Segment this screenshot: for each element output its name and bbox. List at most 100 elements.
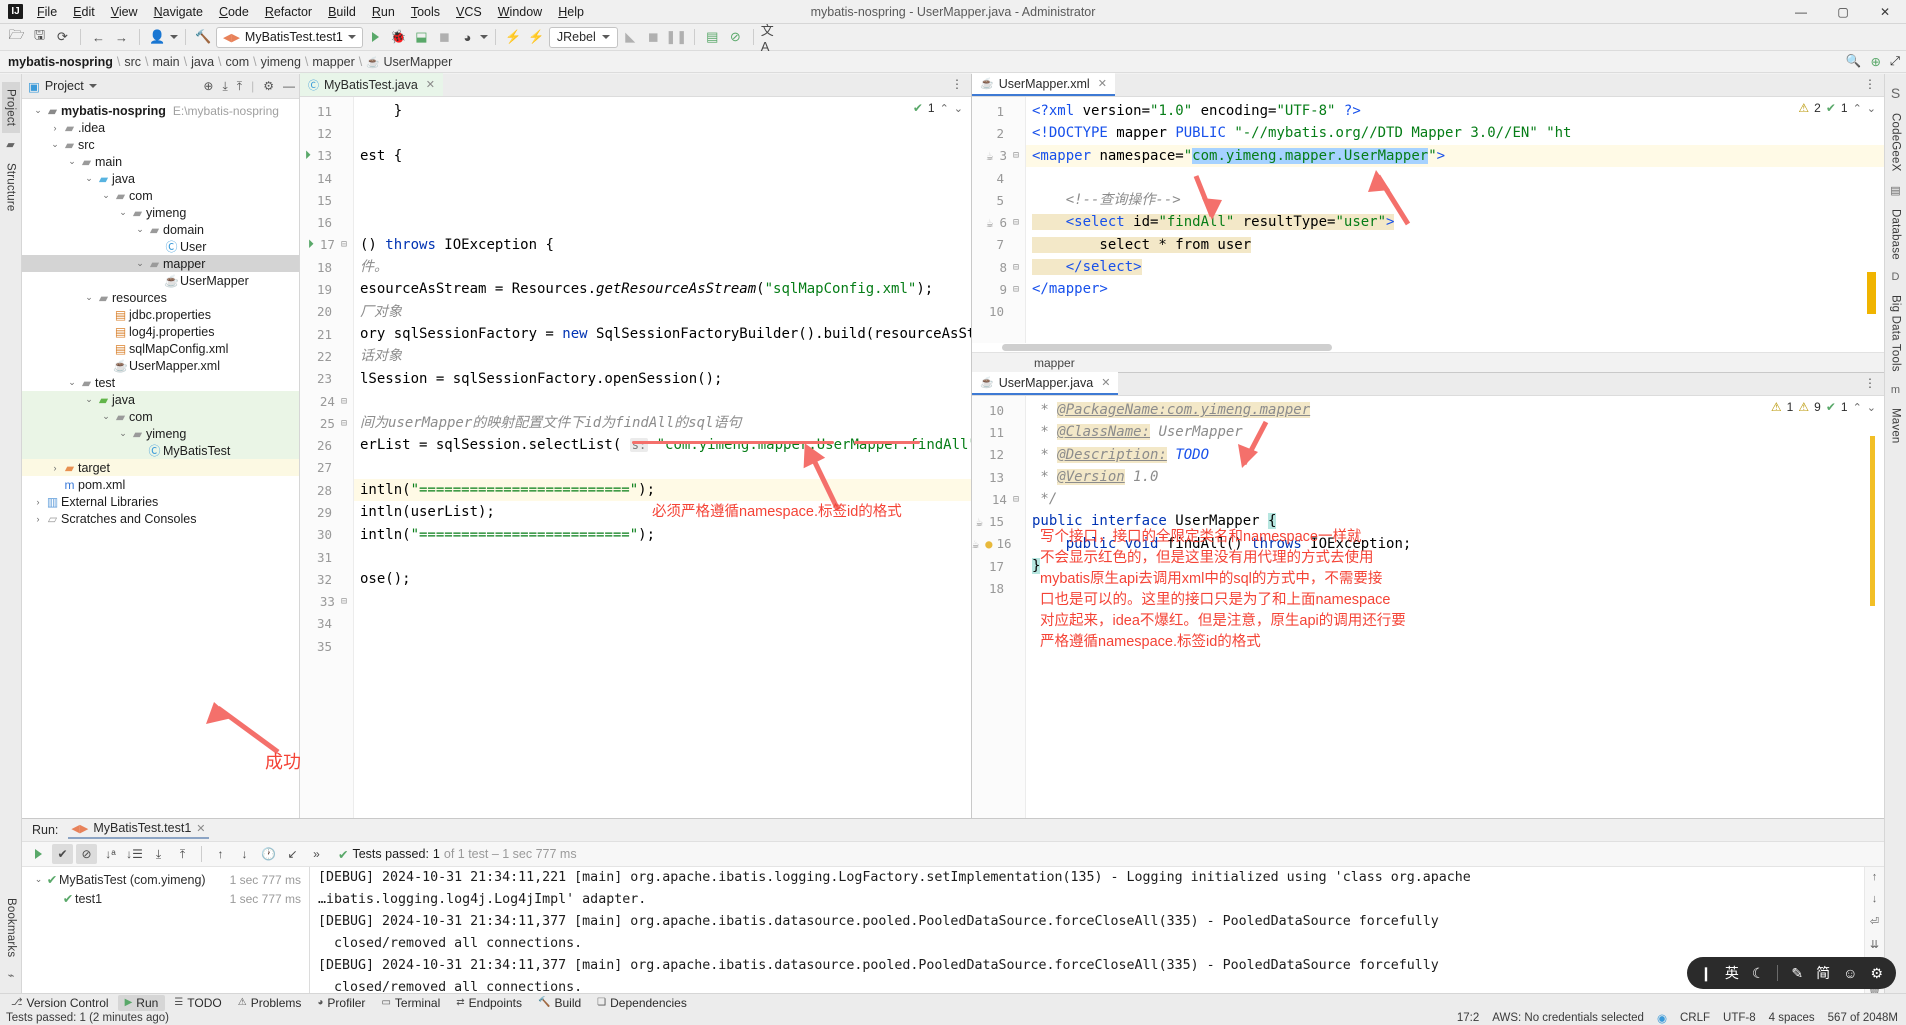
pause-icon[interactable]: ❚❚ [665, 27, 687, 48]
code-line-22[interactable]: 话对象 [354, 345, 971, 367]
xml-breadcrumb[interactable]: mapper [972, 352, 1884, 372]
fold-icon[interactable]: ⊟ [1013, 150, 1019, 161]
mybatis-gutter-icon[interactable]: ☕ [976, 515, 983, 529]
main-toolbar[interactable]: 🗁 🖫 ⟳ ← → 👤 🔨 ◀▶ MyBatisTest.test1 🐞 ⬓ ◼… [0, 23, 1906, 54]
translate-icon[interactable]: 文A [761, 23, 782, 54]
tab-usermapper-xml[interactable]: ☕ UserMapper.xml ✕ [972, 73, 1115, 96]
run-tab-mybatistest[interactable]: ◀▶ MyBatisTest.test1 ✕ [68, 821, 209, 839]
scroll-down-icon[interactable]: ↓ [1872, 893, 1878, 905]
run-configuration-selector[interactable]: ◀▶ MyBatisTest.test1 [216, 26, 363, 48]
code-line-18[interactable] [1026, 577, 1884, 599]
sidebar-item-maven[interactable]: Maven [1887, 401, 1905, 451]
line-number-gutter-xml[interactable]: 1 2 ☕ 3 ⊟ 4 5 ☕ 6 ⊟ 7 8 ⊟ 9 ⊟ 10 [972, 97, 1026, 352]
sidebar-item-project[interactable]: Project [1, 82, 20, 134]
tree-node-java[interactable]: ⌄ ▰ java [22, 391, 299, 408]
collapse-all-icon[interactable]: ⤒ [172, 844, 193, 864]
chevron-right-icon[interactable]: › [32, 497, 44, 507]
breadcrumb-item-usermapper[interactable]: ☕ UserMapper [366, 55, 452, 69]
code-line-11[interactable]: } [354, 100, 971, 122]
menu-edit[interactable]: Edit [65, 2, 103, 22]
gutter-line-24[interactable]: 24 ⊟ [300, 390, 353, 412]
tree-node-target[interactable]: › ▰ target [22, 459, 299, 476]
collapse-rail-icon[interactable]: ▰ [6, 138, 14, 151]
bookmark-icon[interactable]: ⌁ [8, 969, 15, 982]
gutter-line-10[interactable]: 10 [972, 301, 1025, 323]
tree-node-external-libraries[interactable]: › ▥ External Libraries [22, 493, 299, 510]
gutter-line-18[interactable]: 18 [300, 256, 353, 278]
hide-ignored-icon[interactable]: ⊘ [76, 844, 97, 864]
code-line-6[interactable]: <select id="findAll" resultType="user"> [1026, 211, 1884, 233]
menu-window[interactable]: Window [490, 2, 550, 22]
maven-icon[interactable]: m [1891, 384, 1900, 396]
chevron-down-icon[interactable]: ⌄ [66, 377, 78, 388]
stop-gray-icon[interactable]: ◼ [643, 27, 664, 48]
save-icon[interactable]: 🖫 [29, 27, 50, 48]
inspection-widget-mapper[interactable]: ⚠ 1 ⚠ 9 ✔ 1 ⌃ ⌄ [1771, 400, 1876, 414]
chevron-down-icon[interactable]: ⌄ [83, 173, 95, 184]
gutter-line-20[interactable]: 20 [300, 301, 353, 323]
chevron-right-icon[interactable]: › [32, 514, 44, 524]
minimize-button[interactable]: — [1780, 0, 1822, 24]
code-line-28[interactable]: intln("========================="); [354, 479, 971, 502]
code-line-15[interactable] [354, 189, 971, 211]
code-viewport-xml[interactable]: 1 2 ☕ 3 ⊟ 4 5 ☕ 6 ⊟ 7 8 ⊟ 9 ⊟ 10 <?xml version="1.0" en… [972, 97, 1884, 352]
rerun-icon[interactable] [28, 844, 49, 864]
gutter-line-17[interactable]: ⏵ 17 ⊟ [300, 234, 353, 256]
close-icon[interactable]: ✕ [426, 78, 435, 91]
horizontal-scrollbar-xml[interactable] [972, 343, 1884, 352]
next-failed-test-icon[interactable]: ↓ [234, 844, 255, 864]
sort-alphabetically-icon[interactable]: ↓ᵃ [100, 844, 121, 864]
menu-navigate[interactable]: Navigate [146, 2, 211, 22]
gutter-line-4[interactable]: 4 [972, 167, 1025, 189]
run-tab-row[interactable]: Run: ◀▶ MyBatisTest.test1 ✕ [22, 819, 1884, 842]
ime-pen-icon[interactable]: ✎ [1791, 965, 1803, 982]
gutter-line-17[interactable]: 17 [972, 555, 1025, 577]
profiler-icon[interactable]: ◕ [457, 27, 478, 48]
project-panel-actions[interactable]: ⊕ ⤓ ⤒ | ⚙ — [203, 79, 295, 94]
debug-icon[interactable]: 🐞 [388, 27, 409, 48]
gutter-line-5[interactable]: 5 [972, 189, 1025, 211]
code-line-3[interactable]: <mapper namespace="com.yimeng.mapper.Use… [1026, 144, 1884, 167]
gutter-line-6[interactable]: ☕ 6 ⊟ [972, 211, 1025, 233]
chevron-down-icon[interactable]: ⌄ [66, 156, 78, 167]
chevron-down-icon[interactable]: ⌄ [100, 411, 112, 422]
fold-icon[interactable]: ⊟ [1013, 284, 1019, 295]
tree-node-com[interactable]: ⌄ ▰ com [22, 408, 299, 425]
run-icon[interactable] [365, 27, 386, 48]
code-line-1[interactable]: <?xml version="1.0" encoding="UTF-8" ?> [1026, 100, 1884, 122]
close-button[interactable]: ✕ [1864, 0, 1906, 24]
gutter-line-15[interactable]: 15 [300, 189, 353, 211]
chevron-down-icon[interactable] [479, 35, 488, 39]
tree-node--idea[interactable]: › ▰ .idea [22, 119, 299, 136]
project-panel-header[interactable]: ▣ Project ⊕ ⤓ ⤒ | ⚙ — [22, 74, 299, 99]
prev-problem-icon[interactable]: ⌃ [940, 102, 949, 115]
chevron-right-icon[interactable]: › [49, 463, 61, 473]
scroll-up-icon[interactable]: ↑ [1872, 871, 1878, 883]
gutter-line-15[interactable]: ☕ 15 [972, 510, 1025, 532]
gutter-line-14[interactable]: 14 ⊟ [972, 488, 1025, 510]
tool-window-bar[interactable]: ⎇ Version Control ▶ Run ☰ TODO ⚠ Problems ◕ Profi… [0, 993, 1906, 1011]
chevron-down-icon[interactable]: ⌄ [117, 428, 129, 439]
gutter-line-1[interactable]: 1 [972, 100, 1025, 122]
chevron-down-icon[interactable] [170, 35, 178, 39]
stop-icon[interactable]: ◼ [434, 27, 455, 48]
run-coverage-icon[interactable]: ⬓ [411, 27, 432, 48]
tree-node-jdbc-properties[interactable]: ▤ jdbc.properties [22, 306, 299, 323]
gutter-line-19[interactable]: 19 [300, 278, 353, 300]
sidebar-item-codegeex[interactable]: CodeGeeX [1887, 106, 1905, 179]
tool-window-version-control[interactable]: ⎇ Version Control [4, 995, 116, 1011]
console-output[interactable]: [DEBUG] 2024-10-31 21:34:11,221 [main] o… [310, 867, 1864, 993]
gutter-line-27[interactable]: 27 [300, 457, 353, 479]
code-line-13[interactable]: * @Version 1.0 [1026, 466, 1884, 488]
memory-widget[interactable]: 567 of 2048M [1828, 1012, 1898, 1024]
tool-window-problems[interactable]: ⚠ Problems [231, 995, 309, 1011]
inspection-widget-java[interactable]: ✔ 1 ⌃ ⌄ [913, 101, 963, 115]
gutter-line-12[interactable]: 12 [300, 122, 353, 144]
tree-node-mybatistest[interactable]: Ⓒ MyBatisTest [22, 442, 299, 459]
tree-node-user[interactable]: Ⓒ User [22, 238, 299, 255]
code-line-32[interactable]: ose(); [354, 568, 971, 590]
gutter-line-29[interactable]: 29 [300, 501, 353, 523]
tree-node-log4j-properties[interactable]: ▤ log4j.properties [22, 323, 299, 340]
chevron-down-icon[interactable]: ⌄ [117, 207, 129, 218]
gutter-line-16[interactable]: ☕ ● 16 [972, 533, 1025, 555]
